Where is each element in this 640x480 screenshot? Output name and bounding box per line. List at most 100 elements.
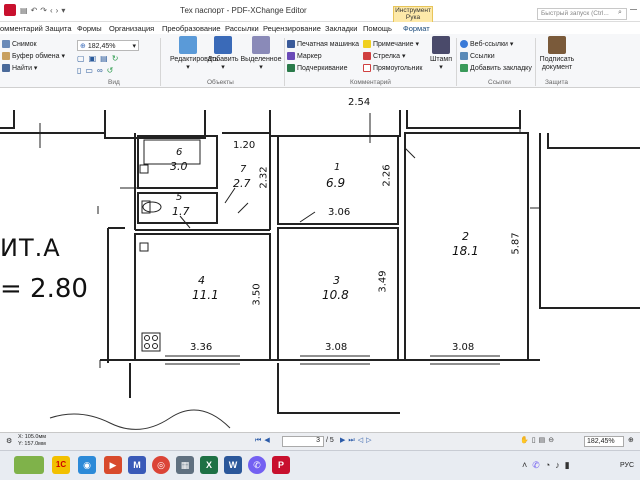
- camera-icon: [2, 40, 10, 48]
- stove: [141, 332, 161, 352]
- back-view-icon[interactable]: ◁: [358, 437, 366, 444]
- pdf-editor-icon[interactable]: P: [272, 456, 290, 474]
- tab-bookmarks[interactable]: Закладки: [325, 24, 357, 33]
- page-navigation-next: ▶⏭◁▷: [340, 436, 374, 445]
- find-button[interactable]: Найти ▾: [2, 64, 37, 73]
- forward-view-icon[interactable]: ▷: [366, 437, 374, 444]
- clipboard-button[interactable]: Буфер обмена ▾: [2, 52, 65, 61]
- zoom-combo[interactable]: ⊕ 182,45% ▾: [77, 40, 139, 51]
- fit-page-icon[interactable]: ▢: [77, 54, 89, 63]
- customize-icon[interactable]: ▾: [61, 6, 68, 15]
- save-icon[interactable]: ▤: [20, 6, 31, 15]
- underline-button[interactable]: Подчеркивание: [287, 64, 347, 72]
- document-view[interactable]: 2.54 6 3.0 7 2.7 5 1.7 1 6.9 2 18.1 4 11…: [0, 88, 640, 432]
- dim-label: 3.50: [251, 283, 263, 306]
- add-button[interactable]: Добавить ▾: [207, 36, 239, 71]
- rectangle-button[interactable]: Прямоугольник: [363, 64, 422, 72]
- single-page-view-icon[interactable]: ▯: [532, 437, 539, 444]
- viber-tray-icon[interactable]: ✆: [532, 460, 545, 470]
- tab-protect[interactable]: Защита: [45, 24, 72, 33]
- undo-icon[interactable]: ↶: [31, 6, 41, 15]
- dim-label: 3.06: [328, 207, 351, 218]
- media-icon[interactable]: ▶: [104, 456, 122, 474]
- coord-x: X: 105.0мм: [18, 434, 47, 440]
- chevron-up-icon[interactable]: ˄: [522, 460, 532, 470]
- sign-document-button[interactable]: Подписать документ: [538, 36, 576, 72]
- room-area: 2.7: [233, 177, 251, 190]
- app-icon[interactable]: [4, 4, 16, 16]
- file-manager-icon[interactable]: ▦: [176, 456, 194, 474]
- battery-icon[interactable]: ▮: [565, 460, 575, 470]
- status-zoom-combo[interactable]: 182,45%: [584, 436, 624, 447]
- add-bookmark-button[interactable]: Добавить закладку: [460, 64, 532, 72]
- window-title: Тех паспорт - PDF-XChange Editor: [180, 6, 307, 15]
- binoculars-icon: [2, 64, 10, 73]
- arrow-button[interactable]: Стрелка ▾: [363, 52, 405, 61]
- prev-page-icon[interactable]: ◀: [264, 437, 272, 444]
- link-icon[interactable]: ∞: [97, 66, 107, 75]
- dim-label: 3.08: [325, 342, 348, 353]
- clipboard-icon: [2, 52, 10, 61]
- tab-share[interactable]: Рассылки: [225, 24, 259, 33]
- two-page-icon[interactable]: ▭: [85, 66, 97, 75]
- edit-button[interactable]: Редактировать ▾: [170, 36, 218, 71]
- page-input[interactable]: 3: [282, 436, 324, 447]
- options-icon[interactable]: ⚙: [6, 437, 12, 445]
- taskbar: 1С ◉ ▶ ▭ M ◎ ▦ X W ✆ P ˄✆◔♪▮ РУС: [0, 450, 640, 480]
- tab-convert[interactable]: Преобразование: [162, 24, 221, 33]
- tab-format[interactable]: Формат: [403, 24, 430, 33]
- chat-icon[interactable]: ◉: [78, 456, 96, 474]
- chevron-down-icon: ▾: [132, 43, 136, 50]
- quick-launch-search[interactable]: Быстрый запуск (Ctrl...: [537, 8, 627, 20]
- room-area: 1.7: [172, 205, 190, 218]
- room-number: 3: [333, 274, 340, 287]
- redo-icon[interactable]: ↷: [40, 6, 50, 15]
- tab-comment[interactable]: омментарий: [0, 24, 43, 33]
- network-icon[interactable]: ◔: [545, 460, 555, 470]
- keyboard-language[interactable]: РУС: [620, 462, 634, 469]
- stats-icon[interactable]: M: [128, 456, 146, 474]
- dim-label: 3.49: [377, 270, 389, 293]
- tab-review[interactable]: Рецензирование: [263, 24, 321, 33]
- minimize-button[interactable]: —: [630, 6, 637, 13]
- edit-icon: [179, 36, 197, 54]
- first-page-icon[interactable]: ⏮: [255, 437, 264, 444]
- chrome-icon[interactable]: ◎: [152, 456, 170, 474]
- zoom-out-icon[interactable]: ⊖: [548, 437, 557, 444]
- word-icon[interactable]: W: [224, 456, 242, 474]
- onec-icon[interactable]: 1С: [52, 456, 70, 474]
- dim-label: 2.26: [381, 164, 393, 187]
- stamp-button[interactable]: Штамп ▾: [428, 36, 454, 71]
- volume-icon[interactable]: ♪: [555, 460, 565, 470]
- excel-icon[interactable]: X: [200, 456, 218, 474]
- note-button[interactable]: Примечание ▾: [363, 40, 419, 49]
- fit-width-icon[interactable]: ▣: [89, 54, 101, 63]
- weather-icon[interactable]: [14, 456, 44, 474]
- underline-icon: [287, 64, 295, 72]
- actual-size-icon[interactable]: ▤: [100, 54, 112, 63]
- zoom-in-icon[interactable]: ⊕: [628, 436, 634, 444]
- room-number: 5: [176, 192, 183, 203]
- tab-forms[interactable]: Формы: [77, 24, 102, 33]
- select-button[interactable]: Выделенное ▾: [240, 36, 282, 71]
- hand-tool-icon[interactable]: ✋: [520, 437, 532, 444]
- sign-icon: [548, 36, 566, 54]
- group-label-comments: Комментарий: [350, 79, 391, 86]
- marker-button[interactable]: Маркер: [287, 52, 322, 60]
- weblinks-button[interactable]: Веб-ссылки ▾: [460, 40, 513, 49]
- dim-label: 2.54: [348, 97, 371, 108]
- continuous-view-icon[interactable]: ▤: [539, 437, 549, 444]
- typewriter-button[interactable]: Печатная машинка: [287, 40, 359, 48]
- tab-help[interactable]: Помощь: [363, 24, 392, 33]
- snapshot-button[interactable]: Снимок: [2, 40, 37, 48]
- rotate-icon[interactable]: ↻: [112, 54, 123, 63]
- globe-icon: [460, 40, 468, 49]
- ceiling-height-label: = 2.80: [0, 274, 88, 304]
- viber-icon[interactable]: ✆: [248, 456, 266, 474]
- links-button[interactable]: Ссылки: [460, 52, 495, 60]
- tab-organize[interactable]: Организация: [109, 24, 154, 33]
- last-page-icon[interactable]: ⏭: [348, 437, 357, 444]
- rotate-left-icon[interactable]: ↺: [107, 66, 118, 75]
- tray-icons: ˄✆◔♪▮: [522, 460, 575, 471]
- search-icon[interactable]: ⌕: [618, 9, 622, 17]
